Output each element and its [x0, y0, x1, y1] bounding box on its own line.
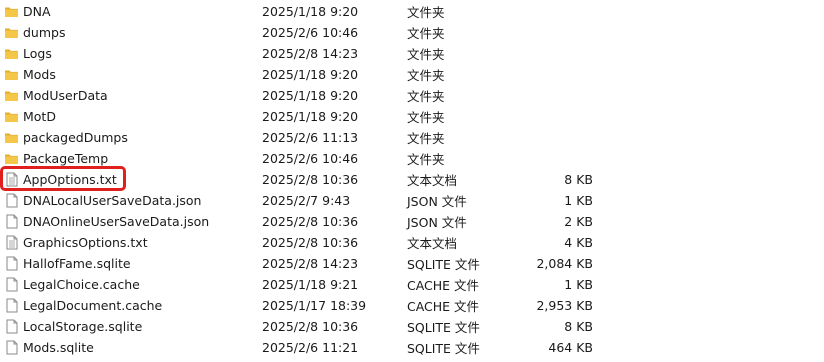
file-row[interactable]: AppOptions.txt 2025/2/8 10:36 文本文档 8 KB — [0, 169, 824, 190]
modified-date: 2025/1/18 9:20 — [262, 67, 359, 82]
file-size: 4 KB — [564, 235, 593, 250]
file-name[interactable]: DNAOnlineUserSaveData.json — [23, 214, 209, 229]
folder-icon — [4, 130, 19, 145]
file-list: DNA 2025/1/18 9:20 文件夹 dumps 2025/2/6 10:46 文… — [0, 0, 824, 362]
folder-row[interactable]: dumps 2025/2/6 10:46 文件夹 — [0, 22, 824, 43]
file-size: 2,953 KB — [536, 298, 593, 313]
folder-icon — [4, 67, 19, 82]
modified-date: 2025/1/18 9:20 — [262, 4, 359, 19]
file-name[interactable]: Mods.sqlite — [23, 340, 94, 355]
folder-row[interactable]: PackageTemp 2025/2/6 10:46 文件夹 — [0, 148, 824, 169]
file-type: JSON 文件 — [407, 215, 467, 230]
file-type: 文件夹 — [407, 152, 445, 167]
file-type: CACHE 文件 — [407, 299, 480, 314]
file-row[interactable]: DNAOnlineUserSaveData.json 2025/2/8 10:36… — [0, 211, 824, 232]
file-icon — [4, 193, 19, 208]
modified-date: 2025/2/6 11:21 — [262, 340, 359, 355]
file-name[interactable]: LegalChoice.cache — [23, 277, 140, 292]
modified-date: 2025/2/8 14:23 — [262, 256, 359, 271]
file-name[interactable]: AppOptions.txt — [23, 172, 117, 187]
file-icon — [4, 298, 19, 313]
file-name[interactable]: dumps — [23, 25, 65, 40]
folder-icon — [4, 151, 19, 166]
modified-date: 2025/2/8 10:36 — [262, 172, 359, 187]
folder-row[interactable]: MotD 2025/1/18 9:20 文件夹 — [0, 106, 824, 127]
folder-icon — [4, 88, 19, 103]
file-row[interactable]: GraphicsOptions.txt 2025/2/8 10:36 文本文档 4 K… — [0, 232, 824, 253]
file-type: SQLITE 文件 — [407, 257, 480, 272]
file-row[interactable]: DNALocalUserSaveData.json 2025/2/7 9:43 JS… — [0, 190, 824, 211]
file-row[interactable]: Mods.sqlite 2025/2/6 11:21 SQLITE 文件 464 KB — [0, 337, 824, 358]
file-name[interactable]: PackageTemp — [23, 151, 108, 166]
modified-date: 2025/1/18 9:21 — [262, 277, 359, 292]
folder-row[interactable]: DNA 2025/1/18 9:20 文件夹 — [0, 1, 824, 22]
file-name[interactable]: ModUserData — [23, 88, 108, 103]
file-name[interactable]: Logs — [23, 46, 52, 61]
folder-icon — [4, 109, 19, 124]
file-type: 文件夹 — [407, 5, 445, 20]
modified-date: 2025/2/7 9:43 — [262, 193, 351, 208]
file-size: 8 KB — [564, 172, 593, 187]
file-row[interactable]: LegalDocument.cache 2025/1/17 18:39 CACHE … — [0, 295, 824, 316]
modified-date: 2025/1/17 18:39 — [262, 298, 367, 313]
file-name[interactable]: LegalDocument.cache — [23, 298, 162, 313]
file-type: CACHE 文件 — [407, 278, 480, 293]
file-name[interactable]: MotD — [23, 109, 56, 124]
modified-date: 2025/2/8 10:36 — [262, 214, 359, 229]
file-icon — [4, 256, 19, 271]
file-size: 8 KB — [564, 319, 593, 334]
modified-date: 2025/1/18 9:20 — [262, 109, 359, 124]
file-name[interactable]: LocalStorage.sqlite — [23, 319, 142, 334]
file-name[interactable]: DNA — [23, 4, 51, 19]
file-row[interactable]: LegalChoice.cache 2025/1/18 9:21 CACHE 文件 1… — [0, 274, 824, 295]
folder-row[interactable]: Logs 2025/2/8 14:23 文件夹 — [0, 43, 824, 64]
file-type: JSON 文件 — [407, 194, 467, 209]
file-icon — [4, 277, 19, 292]
file-icon — [4, 214, 19, 229]
file-size: 1 KB — [564, 277, 593, 292]
file-type: 文本文档 — [407, 173, 458, 188]
file-type: SQLITE 文件 — [407, 341, 480, 356]
file-type: 文件夹 — [407, 131, 445, 146]
text-file-icon — [4, 235, 19, 250]
file-type: 文件夹 — [407, 68, 445, 83]
modified-date: 2025/2/6 11:13 — [262, 130, 359, 145]
file-type: 文件夹 — [407, 110, 445, 125]
file-size: 464 KB — [548, 340, 593, 355]
folder-row[interactable]: packagedDumps 2025/2/6 11:13 文件夹 — [0, 127, 824, 148]
folder-icon — [4, 46, 19, 61]
file-type: 文件夹 — [407, 47, 445, 62]
modified-date: 2025/2/8 10:36 — [262, 319, 359, 334]
file-icon — [4, 319, 19, 334]
file-type: 文件夹 — [407, 26, 445, 41]
file-row[interactable]: LocalStorage.sqlite 2025/2/8 10:36 SQLITE … — [0, 316, 824, 337]
modified-date: 2025/2/8 10:36 — [262, 235, 359, 250]
file-name[interactable]: GraphicsOptions.txt — [23, 235, 148, 250]
file-row[interactable]: HallofFame.sqlite 2025/2/8 14:23 SQLITE 文件… — [0, 253, 824, 274]
file-type: 文本文档 — [407, 236, 458, 251]
file-icon — [4, 340, 19, 355]
text-file-icon — [4, 172, 19, 187]
modified-date: 2025/2/6 10:46 — [262, 151, 359, 166]
folder-icon — [4, 4, 19, 19]
folder-row[interactable]: ModUserData 2025/1/18 9:20 文件夹 — [0, 85, 824, 106]
folder-row[interactable]: Mods 2025/1/18 9:20 文件夹 — [0, 64, 824, 85]
modified-date: 2025/1/18 9:20 — [262, 88, 359, 103]
folder-icon — [4, 25, 19, 40]
file-size: 2 KB — [564, 214, 593, 229]
file-type: 文件夹 — [407, 89, 445, 104]
file-name[interactable]: HallofFame.sqlite — [23, 256, 131, 271]
file-size: 1 KB — [564, 193, 593, 208]
modified-date: 2025/2/6 10:46 — [262, 25, 359, 40]
file-size: 2,084 KB — [536, 256, 593, 271]
file-type: SQLITE 文件 — [407, 320, 480, 335]
file-name[interactable]: Mods — [23, 67, 56, 82]
modified-date: 2025/2/8 14:23 — [262, 46, 359, 61]
file-name[interactable]: packagedDumps — [23, 130, 128, 145]
file-name[interactable]: DNALocalUserSaveData.json — [23, 193, 201, 208]
